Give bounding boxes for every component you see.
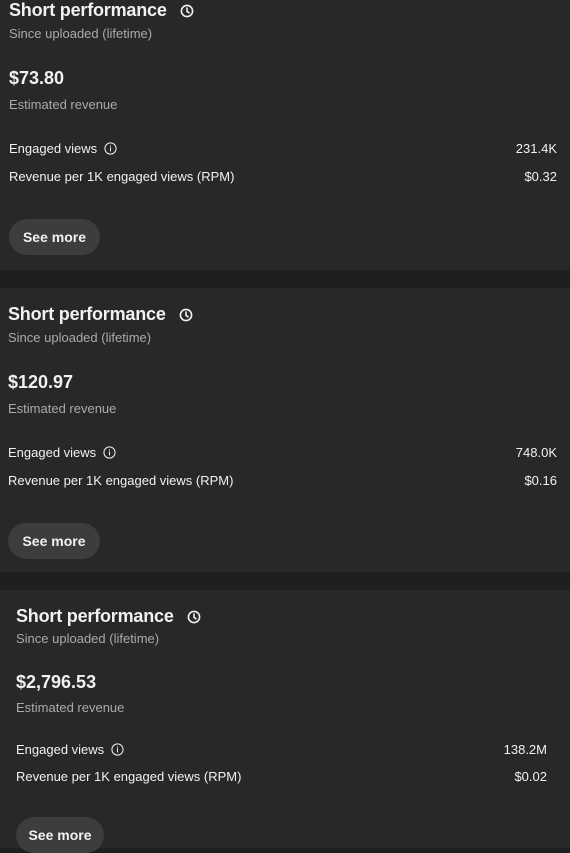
engaged-views-value: 138.2M [503,742,547,757]
performance-card-3: Short performance Since uploaded (lifeti… [0,590,570,853]
estimated-revenue-label: Estimated revenue [16,700,125,715]
card-title: Short performance [16,606,174,626]
engaged-views-label: Engaged views [9,141,117,156]
card-title: Short performance [9,0,167,20]
engaged-views-text: Engaged views [9,141,98,156]
rpm-label: Revenue per 1K engaged views (RPM) [8,473,234,488]
rpm-value: $0.16 [524,473,557,488]
card-subtitle: Since uploaded (lifetime) [8,330,152,345]
engaged-views-label: Engaged views [8,445,116,460]
estimated-revenue-label: Estimated revenue [9,97,118,112]
estimated-revenue-value: $2,796.53 [16,672,97,692]
engaged-views-text: Engaged views [8,445,97,460]
rpm-value: $0.02 [514,769,547,784]
engaged-views-label: Engaged views [16,742,124,757]
card-title-row: Short performance [9,0,194,21]
engaged-views-value: 231.4K [515,141,557,156]
card-title: Short performance [8,304,166,324]
engaged-views-value: 748.0K [515,445,557,460]
info-icon[interactable] [103,446,116,459]
estimated-revenue-label: Estimated revenue [8,401,117,416]
performance-card-1: Short performance Since uploaded (lifeti… [0,0,570,270]
see-more-button[interactable]: See more [9,219,100,255]
estimated-revenue-value: $73.80 [9,68,65,88]
clock-icon[interactable] [179,308,193,322]
card-title-row: Short performance [8,304,193,325]
rpm-label: Revenue per 1K engaged views (RPM) [16,769,242,784]
card-subtitle: Since uploaded (lifetime) [16,631,160,646]
info-icon[interactable] [111,743,124,756]
rpm-label: Revenue per 1K engaged views (RPM) [9,169,235,184]
card-subtitle: Since uploaded (lifetime) [9,26,153,41]
engaged-views-text: Engaged views [16,742,105,757]
clock-icon[interactable] [187,610,201,624]
info-icon[interactable] [104,142,117,155]
card-title-row: Short performance [16,606,201,627]
rpm-value: $0.32 [524,169,557,184]
see-more-button[interactable]: See more [8,523,100,559]
clock-icon[interactable] [180,4,194,18]
estimated-revenue-value: $120.97 [8,372,74,392]
performance-card-2: Short performance Since uploaded (lifeti… [0,288,570,572]
